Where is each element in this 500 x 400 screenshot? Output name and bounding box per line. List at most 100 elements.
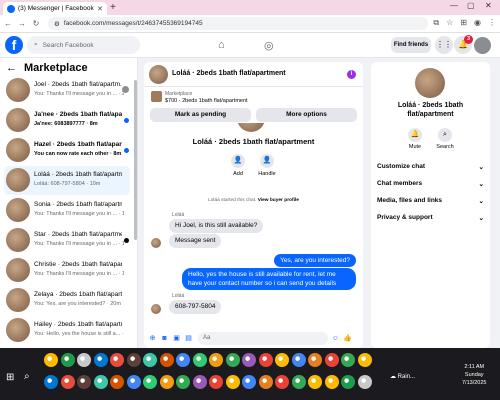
details-section[interactable]: Customize chat ⌄ [377, 163, 484, 171]
taskbar-app-icon[interactable] [159, 353, 174, 367]
taskbar-app-icon[interactable] [242, 375, 256, 389]
details-avatar[interactable] [415, 68, 445, 98]
find-friends-button[interactable]: Find friends [391, 37, 431, 53]
handle-icon[interactable]: 👤 [260, 154, 274, 168]
gif-icon[interactable]: ▤ [184, 334, 193, 343]
conversation-item[interactable]: Hailey · 2beds 1bath flat/apartm... You: … [4, 316, 130, 345]
taskbar-app-icon[interactable] [258, 375, 273, 389]
minimize-icon[interactable]: — [450, 1, 458, 10]
close-window-icon[interactable]: ✕ [485, 1, 492, 10]
taskbar-app-icon[interactable] [341, 375, 355, 389]
taskbar-app-icon[interactable] [60, 375, 75, 389]
taskbar-app-icon[interactable] [60, 353, 75, 367]
taskbar-app-icon[interactable] [275, 375, 289, 389]
taskbar-app-icon[interactable] [110, 375, 124, 389]
taskbar-app-icon[interactable] [176, 353, 190, 367]
taskbar-app-icon[interactable] [291, 353, 306, 367]
conversation-item[interactable]: Joel · 2beds 1bath flat/apartm... You: Th… [4, 76, 130, 105]
home-icon[interactable]: ⌂ [218, 39, 225, 51]
taskbar-app-icon[interactable] [143, 353, 157, 367]
chat-title[interactable]: Loláá · 2beds 1bath flat/apartment [172, 70, 286, 77]
taskbar-app-icon[interactable] [242, 353, 256, 367]
url-field[interactable]: ⚙ facebook.com/messages/t/24637455369194… [48, 17, 428, 30]
taskbar-app-icon[interactable] [77, 353, 91, 367]
account-avatar[interactable] [474, 37, 491, 54]
emoji-icon[interactable]: ☺ [331, 334, 340, 343]
taskbar-app-icon[interactable] [291, 375, 306, 389]
start-menu-icon[interactable]: ⊞ [6, 372, 14, 383]
info-icon[interactable]: i [347, 70, 356, 79]
view-buyer-profile-link[interactable]: View buyer profile [258, 198, 299, 203]
conversation-item[interactable]: Star · 2beds 1bath flat/apartme... You: T… [4, 226, 130, 255]
details-section[interactable]: Media, files and links ⌄ [377, 197, 484, 205]
reload-icon[interactable]: ↻ [30, 19, 42, 28]
taskbar-app-icon[interactable] [209, 353, 223, 367]
camera-icon[interactable]: ◙ [160, 334, 169, 343]
taskbar-app-icon[interactable] [209, 375, 223, 389]
taskbar-app-icon[interactable] [126, 353, 141, 367]
taskbar-app-icon[interactable] [308, 375, 322, 389]
browser-menu-icon[interactable]: ⋮ [488, 18, 496, 28]
taskbar-app-icon[interactable] [44, 375, 58, 389]
taskbar-app-icon[interactable] [77, 375, 91, 389]
conversation-item[interactable]: Ja'nee · 2beds 1bath flat/apart... Ja'nee… [4, 106, 130, 135]
details-section[interactable]: Privacy & support ⌄ [377, 214, 484, 222]
search-field[interactable]: ⌕ Search Facebook [27, 36, 140, 54]
conversation-item[interactable]: Christie · 2beds 1bath flat/apar... You: … [4, 256, 130, 285]
message-input[interactable]: Aa [198, 331, 328, 345]
taskbar-app-icon[interactable] [143, 375, 157, 389]
taskbar-app-icon[interactable] [225, 375, 240, 389]
add-friend-icon[interactable]: 👤 [231, 154, 245, 168]
facebook-logo-icon[interactable]: f [5, 36, 23, 54]
profile-icon[interactable]: ◉ [474, 18, 481, 28]
taskbar-app-icon[interactable] [176, 375, 190, 389]
listing-bar[interactable]: Marketplace $700 · 2beds 1bath flat/apar… [144, 88, 363, 106]
plus-circle-icon[interactable]: ⊕ [148, 334, 157, 343]
taskbar-search-icon[interactable]: ⌕ [24, 371, 30, 382]
taskbar-app-icon[interactable] [159, 375, 174, 389]
extensions-icon[interactable]: ⊞ [460, 18, 467, 28]
back-icon[interactable]: ← [2, 19, 14, 28]
taskbar-app-icon[interactable] [357, 375, 372, 389]
more-options-button[interactable]: More options [256, 108, 357, 122]
browser-tab-messenger[interactable]: (3) Messenger | Facebook ✕ [3, 2, 107, 15]
groups-icon[interactable]: ◎ [264, 39, 274, 52]
taskbar-app-icon[interactable] [44, 353, 58, 367]
taskbar-app-icon[interactable] [308, 353, 322, 367]
mark-as-pending-button[interactable]: Mark as pending [150, 108, 251, 122]
conversation-item[interactable]: Loláá · 2beds 1bath flat/apartm... Loláá:… [4, 166, 130, 195]
new-tab-button[interactable]: + [110, 2, 116, 13]
thumbs-up-icon[interactable]: 👍 [343, 334, 352, 343]
taskbar-app-icon[interactable] [192, 353, 207, 367]
conversation-item[interactable]: Hazel · 2beds 1bath flat/apartm... You ca… [4, 136, 130, 165]
menu-grid-icon[interactable]: ⋮⋮ [435, 36, 453, 54]
taskbar-app-icon[interactable] [324, 375, 339, 389]
taskbar-app-icon[interactable] [357, 353, 372, 367]
taskbar-app-icon[interactable] [192, 375, 207, 389]
taskbar-app-icon[interactable] [324, 353, 339, 367]
mute-icon[interactable]: 🔔 [408, 128, 422, 142]
taskbar-app-icon[interactable] [258, 353, 273, 367]
site-info-icon[interactable]: ⚙ [54, 20, 60, 28]
taskbar-app-icon[interactable] [110, 353, 124, 367]
details-section[interactable]: Chat members ⌄ [377, 180, 484, 188]
forward-icon[interactable]: → [16, 19, 28, 28]
back-arrow-icon[interactable]: ← [6, 62, 17, 74]
bookmark-star-icon[interactable]: ☆ [446, 18, 453, 28]
taskbar-app-icon[interactable] [275, 353, 289, 367]
taskbar-app-icon[interactable] [341, 353, 355, 367]
system-clock[interactable]: 2:11 AM Sunday 7/13/2025 [462, 363, 486, 387]
conversation-item[interactable]: Zelaya · 2beds 1bath flat/apartm... You: … [4, 286, 130, 315]
conversation-item[interactable]: Sonia · 2beds 1bath flat/apartm... You: T… [4, 196, 130, 225]
taskbar-app-icon[interactable] [126, 375, 141, 389]
taskbar-app-icon[interactable] [93, 353, 108, 367]
taskbar-app-icon[interactable] [225, 353, 240, 367]
search-icon[interactable]: ⌕ [438, 128, 452, 142]
maximize-icon[interactable]: ▢ [467, 1, 475, 10]
weather-widget[interactable]: ☁ Rain... [390, 373, 415, 380]
install-icon[interactable]: ⧉ [433, 18, 439, 28]
conversation-scrollbar[interactable] [134, 80, 137, 240]
chat-avatar[interactable] [149, 65, 168, 84]
close-tab-icon[interactable]: ✕ [97, 5, 103, 13]
sticker-icon[interactable]: ▣ [172, 334, 181, 343]
